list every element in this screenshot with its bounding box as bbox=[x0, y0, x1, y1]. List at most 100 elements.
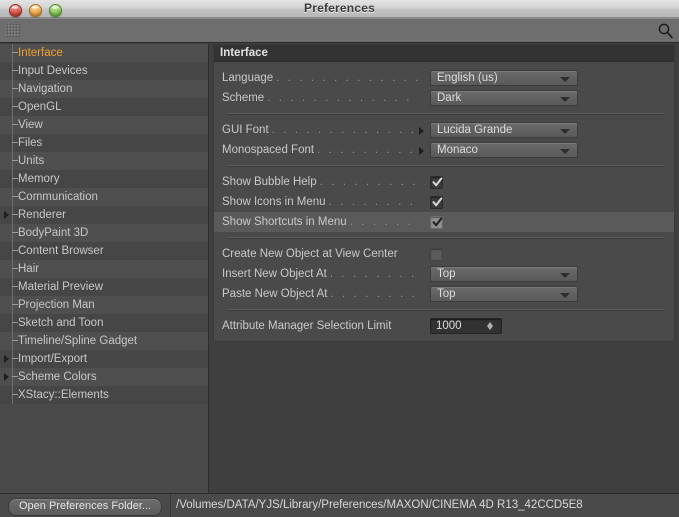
setting-label: Monospaced Font bbox=[222, 144, 315, 156]
tree-connector-icon bbox=[12, 340, 18, 341]
setting-label: Paste New Object At bbox=[222, 288, 328, 300]
dropdown-language[interactable]: English (us) bbox=[430, 70, 578, 86]
setting-row-gui-font[interactable]: GUI Font. . . . . . . . . . . . . . . . … bbox=[214, 120, 674, 140]
setting-row-attribute-manager-selection-limit[interactable]: Attribute Manager Selection Limit. . . .… bbox=[214, 316, 674, 336]
sidebar-item-renderer[interactable]: Renderer bbox=[0, 206, 208, 224]
sidebar-item-input-devices[interactable]: Input Devices bbox=[0, 62, 208, 80]
setting-row-show-icons-in-menu[interactable]: Show Icons in Menu. . . . . . . . . . . … bbox=[214, 192, 674, 212]
dropdown-insert-new-object-at[interactable]: Top bbox=[430, 266, 578, 282]
sidebar-item-units[interactable]: Units bbox=[0, 152, 208, 170]
sidebar-tree: Interface Input Devices Navigation OpenGL Vi… bbox=[0, 44, 208, 404]
sidebar-item-projection-man[interactable]: Projection Man bbox=[0, 296, 208, 314]
sidebar-item-files[interactable]: Files bbox=[0, 134, 208, 152]
sidebar-item-hair[interactable]: Hair bbox=[0, 260, 208, 278]
setting-row-language[interactable]: Language. . . . . . . . . . . . . . . . … bbox=[214, 68, 674, 88]
sidebar-item-bodypaint-3d[interactable]: BodyPaint 3D bbox=[0, 224, 208, 242]
tree-connector-icon bbox=[12, 142, 18, 143]
chevron-right-icon[interactable] bbox=[4, 373, 9, 381]
checkbox-show-shortcuts-in-menu[interactable] bbox=[430, 215, 443, 229]
tree-connector-icon bbox=[12, 178, 18, 179]
sidebar-item-xstacy-elements[interactable]: XStacy::Elements bbox=[0, 386, 208, 404]
setting-row-monospaced-font[interactable]: Monospaced Font. . . . . . . . . . . . .… bbox=[214, 140, 674, 160]
tree-spine bbox=[12, 260, 13, 278]
setting-row-scheme[interactable]: Scheme. . . . . . . . . . . . . . . . . … bbox=[214, 88, 674, 108]
tree-spine bbox=[12, 206, 13, 224]
sidebar-item-label: Scheme Colors bbox=[18, 371, 97, 383]
setting-row-paste-new-object-at[interactable]: Paste New Object At. . . . . . . . . . .… bbox=[214, 284, 674, 304]
checkbox-create-new-object-at-view-center[interactable] bbox=[430, 247, 443, 261]
sidebar-item-view[interactable]: View bbox=[0, 116, 208, 134]
dropdown-gui-font[interactable]: Lucida Grande bbox=[430, 122, 578, 138]
toolbar bbox=[0, 18, 679, 43]
sidebar-item-opengl[interactable]: OpenGL bbox=[0, 98, 208, 116]
sidebar-item-label: Input Devices bbox=[18, 65, 88, 77]
tree-spine bbox=[12, 62, 13, 80]
setting-label-cell: Language. . . . . . . . . . . . . . . . … bbox=[222, 72, 418, 84]
check-icon bbox=[432, 176, 443, 186]
setting-label-cell: Insert New Object At. . . . . . . . . . … bbox=[222, 268, 418, 280]
setting-label: Show Icons in Menu bbox=[222, 196, 326, 208]
sidebar-item-interface[interactable]: Interface bbox=[0, 44, 208, 62]
chevron-right-icon[interactable] bbox=[4, 211, 9, 219]
stepper-down-icon[interactable] bbox=[487, 326, 493, 330]
sidebar-item-label: Files bbox=[18, 137, 43, 149]
setting-row-show-bubble-help[interactable]: Show Bubble Help. . . . . . . . . . . . … bbox=[214, 172, 674, 192]
sidebar-item-label: Memory bbox=[18, 173, 60, 185]
settings-separator bbox=[228, 113, 664, 115]
sidebar-item-label: Communication bbox=[18, 191, 98, 203]
tree-spine bbox=[12, 242, 13, 260]
leader-dots: . . . . . . . . . . . . . . . . . . . . … bbox=[271, 124, 418, 136]
sidebar-item-communication[interactable]: Communication bbox=[0, 188, 208, 206]
chevron-right-icon[interactable] bbox=[4, 355, 9, 363]
sidebar-item-label: OpenGL bbox=[18, 101, 62, 113]
tree-connector-icon bbox=[12, 376, 18, 377]
leader-dots: . . . . . . . . . . . . . . . . . . . . … bbox=[317, 144, 418, 156]
chevron-down-icon bbox=[560, 293, 570, 298]
setting-label-cell: Scheme. . . . . . . . . . . . . . . . . … bbox=[222, 92, 418, 104]
tree-connector-icon bbox=[12, 250, 18, 251]
preferences-sidebar[interactable]: Interface Input Devices Navigation OpenGL Vi… bbox=[0, 44, 209, 493]
grip-dots-icon[interactable] bbox=[6, 23, 20, 37]
stepper-value: 1000 bbox=[436, 320, 462, 332]
dropdown-value: Monaco bbox=[437, 144, 478, 156]
settings-separator bbox=[228, 309, 664, 311]
tree-connector-icon bbox=[12, 304, 18, 305]
sidebar-item-memory[interactable]: Memory bbox=[0, 170, 208, 188]
setting-row-insert-new-object-at[interactable]: Insert New Object At. . . . . . . . . . … bbox=[214, 264, 674, 284]
check-icon bbox=[432, 216, 443, 226]
stepper-attribute-manager-selection-limit[interactable]: 1000 bbox=[430, 318, 502, 334]
setting-row-show-shortcuts-in-menu[interactable]: Show Shortcuts in Menu. . . . . . . . . … bbox=[214, 212, 674, 232]
search-icon[interactable] bbox=[657, 22, 674, 39]
sidebar-item-timeline-spline-gadget[interactable]: Timeline/Spline Gadget bbox=[0, 332, 208, 350]
dropdown-value: Top bbox=[437, 288, 456, 300]
checkbox-show-bubble-help[interactable] bbox=[430, 175, 443, 189]
leader-dots: . . . . . . . . . . . . . . . . . . . . … bbox=[328, 196, 418, 208]
dropdown-monospaced-font[interactable]: Monaco bbox=[430, 142, 578, 158]
preferences-window: Preferences Interface Input Devices Naviga… bbox=[0, 0, 679, 517]
sidebar-item-content-browser[interactable]: Content Browser bbox=[0, 242, 208, 260]
setting-row-create-new-object-at-view-center[interactable]: Create New Object at View Center. . . . … bbox=[214, 244, 674, 264]
tree-spine bbox=[12, 80, 13, 98]
sidebar-item-material-preview[interactable]: Material Preview bbox=[0, 278, 208, 296]
sidebar-item-navigation[interactable]: Navigation bbox=[0, 80, 208, 98]
tree-connector-icon bbox=[12, 232, 18, 233]
group-title: Interface bbox=[214, 45, 674, 62]
setting-label: Create New Object at View Center bbox=[222, 248, 398, 260]
dropdown-paste-new-object-at[interactable]: Top bbox=[430, 286, 578, 302]
check-icon bbox=[432, 196, 443, 206]
settings-separator bbox=[228, 237, 664, 239]
open-preferences-folder-button[interactable]: Open Preferences Folder... bbox=[8, 498, 163, 516]
setting-label-cell: Monospaced Font. . . . . . . . . . . . .… bbox=[222, 144, 418, 156]
setting-label: Attribute Manager Selection Limit bbox=[222, 320, 392, 332]
sidebar-item-import-export[interactable]: Import/Export bbox=[0, 350, 208, 368]
leader-dots: . . . . . . . . . . . . . . . . . . . . … bbox=[319, 176, 418, 188]
checkbox-show-icons-in-menu[interactable] bbox=[430, 195, 443, 209]
interface-group-panel: Interface Language. . . . . . . . . . . … bbox=[213, 44, 675, 342]
sidebar-item-scheme-colors[interactable]: Scheme Colors bbox=[0, 368, 208, 386]
setting-label: Show Shortcuts in Menu bbox=[222, 216, 347, 228]
dropdown-scheme[interactable]: Dark bbox=[430, 90, 578, 106]
toolbar-highlight bbox=[0, 18, 679, 19]
sidebar-item-sketch-and-toon[interactable]: Sketch and Toon bbox=[0, 314, 208, 332]
bottom-divider bbox=[170, 494, 171, 517]
sidebar-item-label: View bbox=[18, 119, 43, 131]
